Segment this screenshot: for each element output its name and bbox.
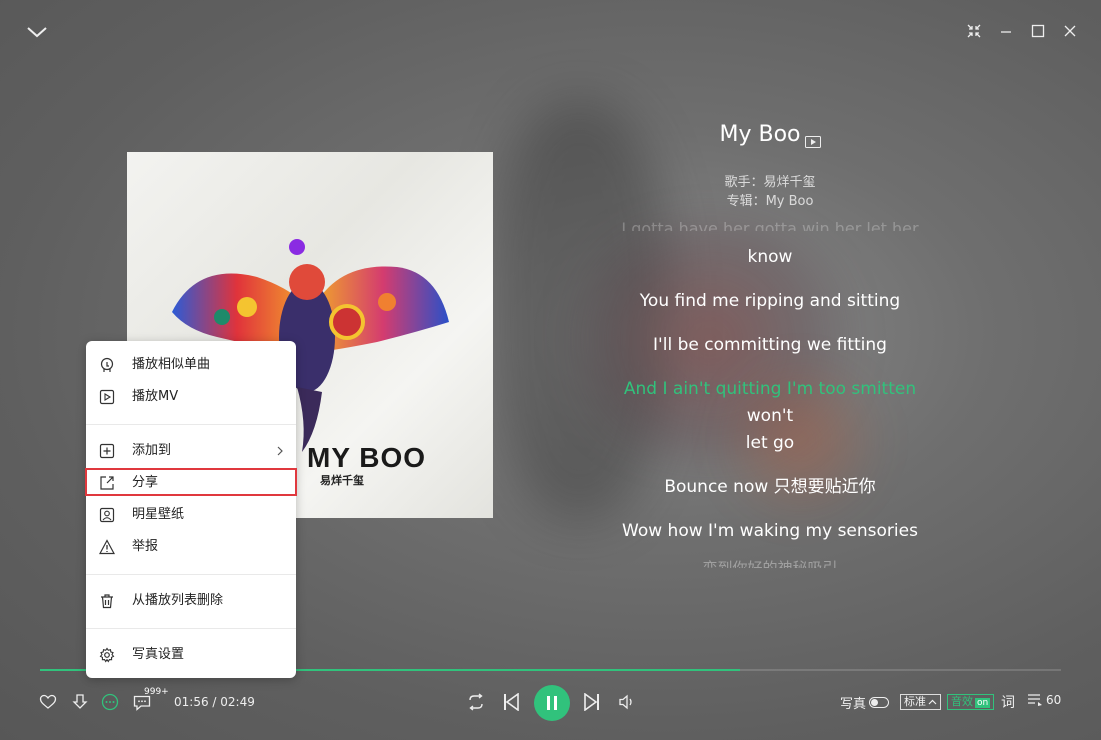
menu-item-delete[interactable]: 从播放列表删除 (86, 586, 296, 616)
lyric-sung-part: And I ain't quitting I'm too smitten (623, 379, 917, 399)
song-title: My Boo (719, 122, 801, 147)
playlist-icon (1028, 694, 1042, 706)
minimize-button[interactable] (997, 22, 1015, 40)
download-button[interactable] (70, 692, 90, 712)
lyrics-button[interactable]: 词 (1001, 692, 1015, 712)
shrink-icon (967, 24, 981, 38)
menu-item-photo-settings[interactable]: 写真设置 (86, 640, 296, 670)
quality-selector[interactable]: 标准 (900, 694, 941, 710)
wallpaper-icon (99, 507, 115, 523)
menu-label: 举报 (132, 539, 159, 554)
cover-title: MY BOO (307, 442, 427, 473)
pause-icon (547, 696, 557, 710)
download-icon (72, 694, 88, 709)
menu-label: 播放相似单曲 (132, 357, 211, 372)
report-icon (99, 539, 115, 555)
window-controls (965, 22, 1079, 40)
menu-item-play-mv[interactable]: 播放MV (86, 382, 296, 412)
chevron-up-icon (928, 699, 937, 705)
chevron-right-icon (277, 446, 283, 456)
sfx-label: 音效 (951, 695, 973, 708)
collapse-button[interactable] (22, 20, 52, 44)
shrink-button[interactable] (965, 22, 983, 40)
lyric-prev-fragment: I gotta have her gotta win her let her (621, 220, 919, 231)
playlist-count: 60 (1046, 693, 1062, 707)
photo-label: 写真 (840, 697, 867, 712)
gear-icon (99, 647, 115, 663)
minimize-icon (1001, 31, 1011, 33)
menu-label: 添加到 (132, 443, 172, 458)
time-display: 01:56 / 02:49 (174, 695, 255, 709)
lyric-current-line: And I ain't quitting I'm too smitten won… (600, 376, 940, 430)
lyric-line: Bounce now 只想要贴近你 (664, 477, 876, 497)
menu-label: 从播放列表删除 (132, 593, 224, 608)
more-button[interactable] (100, 692, 120, 712)
menu-label: 播放MV (132, 389, 179, 404)
context-menu: 播放相似单曲 播放MV 添加到 分享 明星壁纸 举报 从播放列表删除 写真设置 (86, 341, 296, 678)
like-button[interactable] (38, 692, 58, 712)
heart-icon (39, 694, 57, 709)
artist-line[interactable]: 歌手：易烊千玺 (640, 171, 900, 190)
repeat-icon (469, 693, 483, 711)
more-icon (101, 693, 119, 711)
previous-icon (504, 693, 519, 711)
lyric-unsung-part: won't (746, 406, 794, 426)
photo-switch[interactable] (869, 697, 890, 708)
sfx-state: on (975, 698, 991, 708)
close-icon (1064, 25, 1076, 37)
menu-label: 明星壁纸 (132, 507, 185, 522)
repeat-button[interactable] (465, 692, 487, 712)
lyrics-label: 词 (1001, 695, 1015, 711)
menu-divider (86, 628, 296, 629)
menu-item-add-to[interactable]: 添加到 (86, 436, 296, 466)
sound-effect-button[interactable]: 音效 on (947, 694, 995, 710)
lyric-current-line-cont: let go (745, 433, 795, 453)
add-to-icon (99, 443, 115, 459)
lyric-line: know (747, 247, 793, 267)
cover-subtitle: 易烊千玺 (320, 474, 364, 487)
delete-icon (101, 594, 113, 609)
menu-item-wallpaper[interactable]: 明星壁纸 (86, 500, 296, 530)
menu-item-report[interactable]: 举报 (86, 532, 296, 562)
sfx-box[interactable]: 音效 on (947, 694, 995, 710)
volume-icon (619, 694, 632, 710)
next-button[interactable] (582, 692, 602, 712)
share-highlight-box (85, 468, 297, 496)
pause-button[interactable] (534, 685, 570, 721)
next-icon (584, 693, 599, 711)
menu-item-similar-songs[interactable]: 播放相似单曲 (86, 350, 296, 380)
album-line[interactable]: 专辑：My Boo (640, 190, 900, 209)
lyric-line: You find me ripping and sitting (639, 291, 901, 311)
maximize-icon (1031, 24, 1045, 38)
comment-count-badge: 999+ (144, 687, 169, 697)
lyric-line: Wow how I'm waking my sensories (622, 521, 918, 541)
mv-link[interactable] (804, 129, 821, 148)
previous-button[interactable] (501, 692, 521, 712)
lyrics-panel: I gotta have her gotta win her let her k… (600, 220, 940, 585)
close-button[interactable] (1061, 22, 1079, 40)
maximize-button[interactable] (1029, 22, 1047, 40)
song-title-row: My Boo (640, 122, 900, 148)
menu-divider (86, 424, 296, 425)
similar-songs-icon (100, 357, 114, 372)
chevron-down-icon (27, 27, 47, 38)
quality-box[interactable]: 标准 (900, 694, 941, 710)
quality-label: 标准 (904, 695, 926, 708)
playlist-button[interactable]: 60 (1027, 693, 1061, 707)
lyric-next-fragment: 变到你好的神秘吸引 (702, 559, 838, 568)
volume-button[interactable] (617, 692, 637, 712)
menu-label: 写真设置 (132, 647, 185, 662)
mv-icon (804, 135, 821, 148)
menu-divider (86, 574, 296, 575)
lyric-line: I'll be committing we fitting (653, 335, 887, 355)
play-mv-icon (99, 389, 115, 405)
comment-icon (133, 695, 151, 711)
photo-toggle[interactable]: 写真 (840, 693, 890, 712)
